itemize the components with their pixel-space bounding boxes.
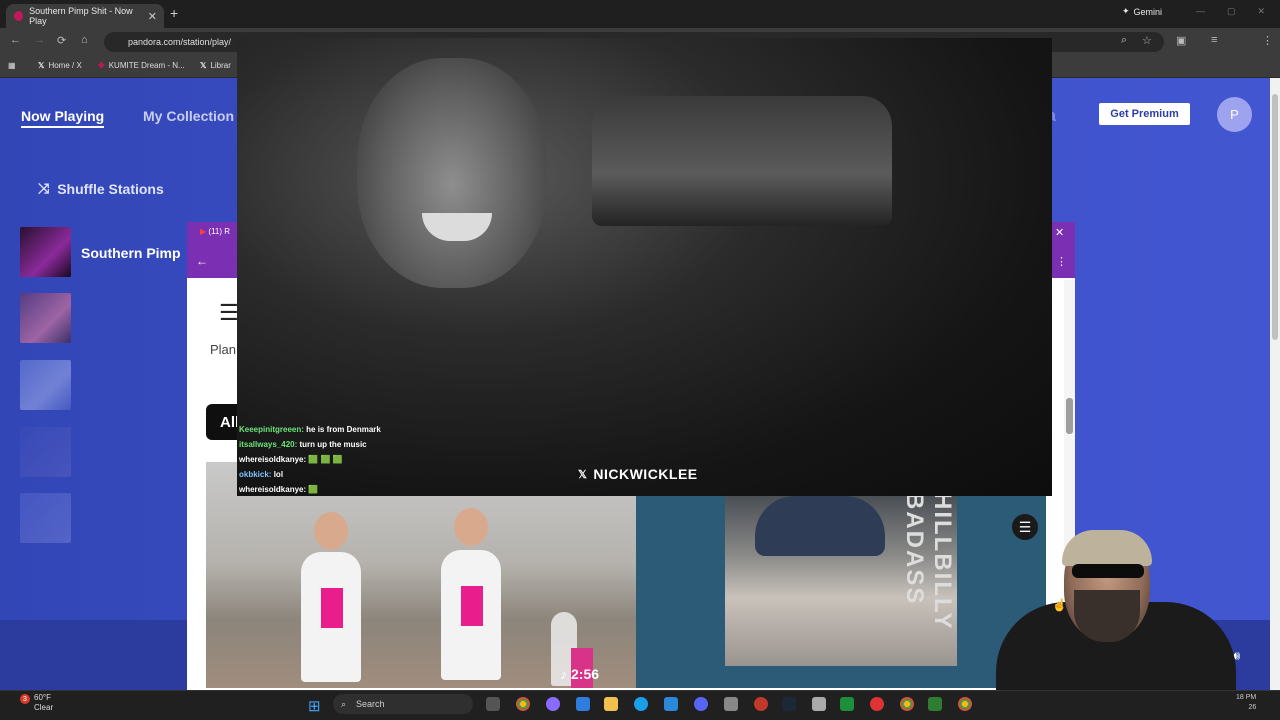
app-icon[interactable] (546, 697, 560, 711)
gemini-icon: ✦ (1122, 6, 1130, 16)
album-cover-text: HILLBILLY BADASS (901, 492, 956, 631)
popup-tab-title: ▶ (11) R (200, 227, 231, 236)
app-icon[interactable] (870, 697, 884, 711)
app-icon[interactable] (576, 697, 590, 711)
url-text: pandora.com/station/play/ (128, 37, 232, 47)
steam-icon[interactable] (782, 697, 796, 711)
runner-figure (301, 552, 361, 682)
station-art-5[interactable] (20, 493, 71, 543)
video-duration-badge: ♪ 2:56 (560, 666, 600, 682)
station-art-2[interactable] (20, 293, 71, 343)
x-logo-icon: 𝕏 (578, 468, 588, 481)
station-art-4[interactable] (20, 427, 71, 477)
browser-tab-bar (0, 0, 1280, 28)
taskbar-search[interactable]: ⌕ Search (333, 694, 473, 714)
runner-head (454, 508, 488, 546)
chat-message: whereisoldkanye: 🟩 🟩 🟩 (239, 455, 343, 464)
task-view-icon[interactable] (486, 697, 500, 711)
zoom-icon[interactable]: ⌕ (1121, 34, 1127, 47)
bookmark-library[interactable]: 𝕏 Librar (200, 61, 231, 70)
hat-shape (755, 496, 885, 556)
bookmark-kumite[interactable]: ✤ KUMITE Dream - N... (98, 61, 185, 70)
discord-icon[interactable] (694, 697, 708, 711)
avatar[interactable]: P (1217, 97, 1252, 132)
tab-search-icon[interactable]: ▣ (1176, 34, 1186, 47)
station-name[interactable]: Southern Pimp (81, 245, 181, 261)
webcam-sunglasses (1072, 564, 1144, 578)
shuffle-icon: ⤨ (38, 180, 50, 196)
chrome-icon[interactable] (958, 697, 972, 711)
reload-icon[interactable]: ⟳ (57, 34, 66, 47)
video-person (357, 58, 547, 288)
youtube-icon: ▶ (200, 227, 207, 236)
webcam-cap (1062, 530, 1152, 566)
browser-tab[interactable]: Southern Pimp Shit - Now Play ✕ (6, 4, 164, 28)
bookmark-star-icon[interactable]: ☆ (1142, 34, 1152, 47)
bookmark-home-x[interactable]: 𝕏 Home / X (38, 61, 82, 70)
taskbar-clock[interactable]: 18 PM 26 (1236, 693, 1256, 713)
x-logo-icon: 𝕏 (38, 61, 45, 70)
popup-close-icon[interactable]: ✕ (1055, 226, 1064, 239)
chat-message: itsallways_420: turn up the music (239, 440, 367, 449)
nav-my-collection[interactable]: My Collection (143, 108, 234, 124)
forward-icon[interactable]: → (34, 34, 45, 46)
plan-text: Plan (210, 342, 237, 357)
excel-icon[interactable] (840, 697, 854, 711)
channel-watermark: 𝕏 NICKWICKLEE (578, 466, 698, 482)
shuffle-stations-button[interactable]: ⤨ Shuffle Stations (38, 180, 164, 197)
pandora-favicon-icon (14, 11, 24, 21)
tab-title: Southern Pimp Shit - Now Play (29, 6, 133, 26)
file-explorer-icon[interactable] (604, 697, 618, 711)
nav-now-playing[interactable]: Now Playing (21, 108, 105, 128)
app-icon[interactable] (664, 697, 678, 711)
webcam-overlay (996, 530, 1246, 702)
weather-widget[interactable]: 60°F Clear (34, 693, 53, 713)
windows-start-icon[interactable]: ⊞ (308, 697, 321, 715)
minimize-icon[interactable]: — (1196, 6, 1205, 17)
chrome-icon[interactable] (516, 697, 530, 711)
app-icon[interactable] (928, 697, 942, 711)
runner-head (314, 512, 348, 550)
media-icon[interactable]: ≡ (1211, 34, 1217, 46)
new-tab-icon[interactable]: + (170, 5, 178, 21)
page-scrollbar-thumb[interactable] (1272, 94, 1278, 340)
gemini-button[interactable]: ✦ Gemini (1122, 6, 1162, 17)
kumite-icon: ✤ (98, 61, 105, 70)
popup-menu-icon[interactable]: ⋮ (1056, 255, 1067, 268)
maximize-icon[interactable]: ▢ (1227, 6, 1236, 17)
chrome-menu-icon[interactable]: ⋮ (1262, 34, 1273, 47)
back-icon[interactable]: ← (10, 34, 21, 46)
station-art-1[interactable] (20, 227, 71, 277)
home-icon[interactable]: ⌂ (81, 34, 88, 46)
popup-back-icon[interactable]: ← (196, 254, 208, 268)
chrome-icon[interactable] (900, 697, 914, 711)
webcam-beard (1074, 590, 1140, 642)
search-icon: ⌕ (341, 698, 347, 709)
hamburger-menu-icon[interactable]: ☰ (219, 300, 239, 326)
close-window-icon[interactable]: ✕ (1258, 6, 1266, 17)
popup-scrollbar-thumb[interactable] (1066, 398, 1073, 434)
chat-overlay: Keeepinitgreeen: he is from Denmark itsa… (239, 422, 639, 497)
chat-message: whereisoldkanye: 🟩 (239, 485, 319, 494)
weather-badge: 3 (20, 694, 30, 704)
video-car-window (592, 96, 892, 226)
runner-figure (441, 550, 501, 680)
edge-icon[interactable] (634, 697, 648, 711)
app-icon[interactable] (754, 697, 768, 711)
chat-message: Keeepinitgreeen: he is from Denmark (239, 425, 381, 434)
window-controls[interactable]: — ▢ ✕ (1196, 6, 1265, 17)
station-art-3[interactable] (20, 360, 71, 410)
music-note-icon: ♪ (560, 666, 567, 682)
mouse-cursor-icon: ☝ (1052, 598, 1067, 612)
app-icon[interactable] (812, 697, 826, 711)
x-logo-icon: 𝕏 (200, 61, 207, 70)
app-icon[interactable] (724, 697, 738, 711)
apps-grid-icon[interactable]: ▦ (8, 61, 16, 70)
get-premium-button[interactable]: Get Premium (1099, 103, 1190, 125)
close-tab-icon[interactable]: ✕ (148, 10, 157, 23)
